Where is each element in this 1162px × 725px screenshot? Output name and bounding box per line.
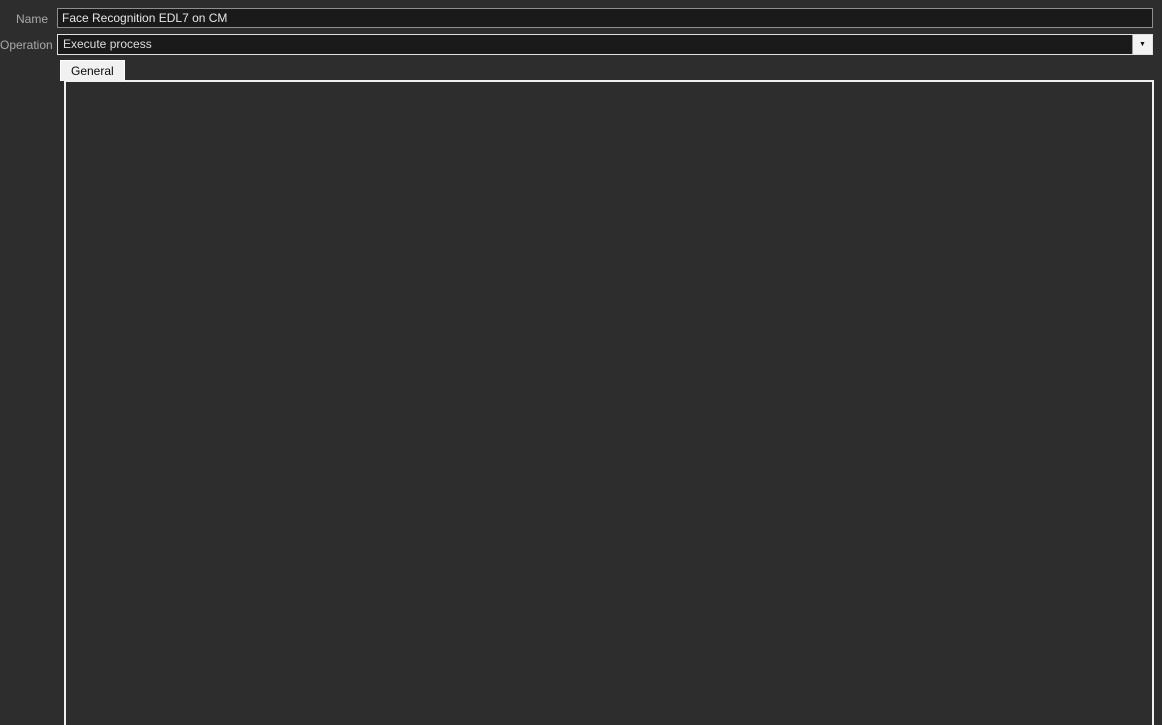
name-label: Name [0,12,48,26]
operation-value: Execute process [58,35,1132,54]
tab-general[interactable]: General [60,60,125,81]
dropdown-arrow-icon[interactable]: ▼ [1132,35,1152,54]
operation-combobox[interactable]: Execute process ▼ [57,34,1153,55]
dialog-execute-process: Name Operation Execute process ▼ General… [0,0,1162,725]
operation-label: Operation [0,38,48,52]
name-input[interactable] [57,8,1153,28]
tab-page-general [64,80,1154,725]
